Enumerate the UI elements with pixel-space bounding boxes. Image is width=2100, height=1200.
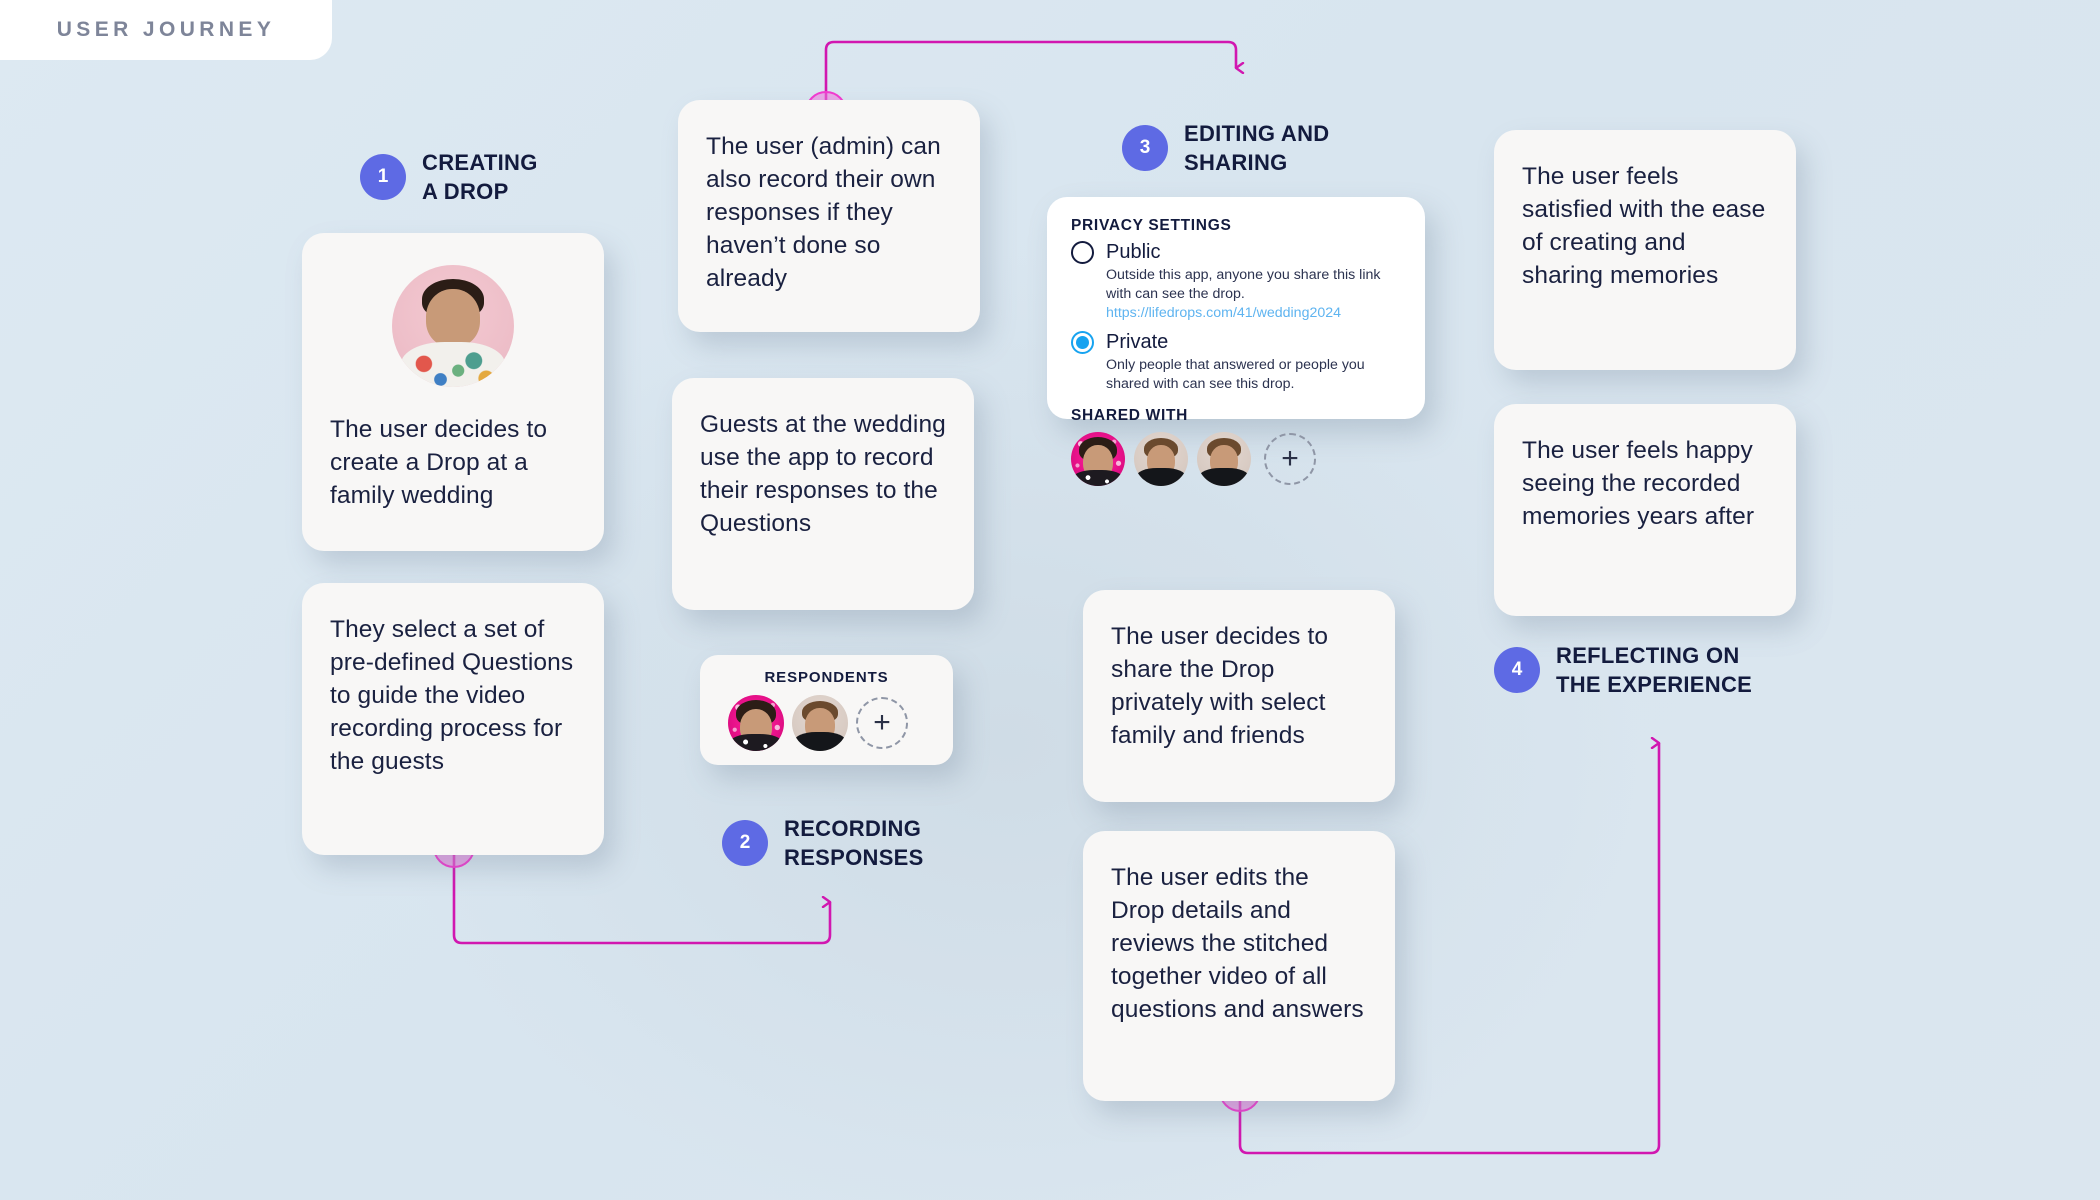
radio-private-icon[interactable] [1071, 331, 1094, 354]
card-admin-record: The user (admin) can also record their o… [678, 100, 980, 332]
privacy-option-public[interactable]: Public [1071, 241, 1401, 264]
shared-with-avatar-row: + [1071, 432, 1401, 486]
step-number-2: 2 [722, 820, 768, 866]
card-predefined-questions-text: They select a set of pre-defined Questio… [330, 616, 574, 775]
shared-avatar-2[interactable] [1134, 432, 1188, 486]
shared-avatar-1[interactable] [1071, 432, 1125, 486]
respondent-avatar-1[interactable] [728, 695, 784, 751]
privacy-settings-heading: PRIVACY SETTINGS [1071, 217, 1232, 234]
card-create-drop: The user decides to create a Drop at a f… [302, 233, 604, 551]
shared-avatar-3[interactable] [1197, 432, 1251, 486]
respondent-avatar-2[interactable] [792, 695, 848, 751]
step-number-4: 4 [1494, 647, 1540, 693]
privacy-option-public-description: Outside this app, anyone you share this … [1106, 267, 1381, 302]
step-number-1: 1 [360, 154, 406, 200]
shared-with-heading: SHARED WITH [1071, 407, 1189, 424]
card-guests-record-text: Guests at the wedding use the app to rec… [700, 411, 946, 537]
privacy-settings-card: PRIVACY SETTINGS Public Outside this app… [1047, 197, 1425, 486]
card-share-privately-text: The user decides to share the Drop priva… [1111, 623, 1329, 749]
card-guests-record: Guests at the wedding use the app to rec… [672, 378, 974, 610]
card-create-drop-text: The user decides to create a Drop at a f… [330, 416, 548, 509]
card-admin-record-text: The user (admin) can also record their o… [706, 133, 941, 292]
step-number-3: 3 [1122, 125, 1168, 171]
user-journey-canvas: USER JOURNEY 1 CREATING A DROP 2 RECORDI… [0, 0, 2100, 1200]
privacy-share-link[interactable]: https://lifedrops.com/41/wedding2024 [1106, 304, 1401, 323]
plus-icon: + [873, 706, 891, 739]
add-respondent-button[interactable]: + [856, 697, 908, 749]
respondents-widget: RESPONDENTS + [700, 655, 953, 765]
step-label-3: EDITING AND SHARING [1184, 121, 1330, 175]
header-tab[interactable]: USER JOURNEY [0, 0, 332, 60]
user-avatar [392, 265, 514, 387]
privacy-option-private-description: Only people that answered or people you … [1106, 357, 1365, 392]
step-badge-3: 3 EDITING AND SHARING [1122, 119, 1329, 177]
step-label-1: CREATING A DROP [422, 150, 538, 204]
step-label-4: REFLECTING ON THE EXPERIENCE [1556, 643, 1753, 697]
privacy-option-private-label: Private [1106, 331, 1169, 353]
privacy-option-public-label: Public [1106, 241, 1161, 263]
card-feels-happy-text: The user feels happy seeing the recorded… [1522, 437, 1755, 530]
respondents-heading: RESPONDENTS [764, 669, 889, 686]
card-edit-review: The user edits the Drop details and revi… [1083, 831, 1395, 1101]
card-share-privately: The user decides to share the Drop priva… [1083, 590, 1395, 802]
step-badge-2: 2 RECORDING RESPONSES [722, 814, 924, 872]
step-badge-4: 4 REFLECTING ON THE EXPERIENCE [1494, 641, 1752, 699]
step-label-2: RECORDING RESPONSES [784, 816, 924, 870]
step-badge-1: 1 CREATING A DROP [360, 148, 538, 206]
page-title: USER JOURNEY [56, 18, 276, 41]
privacy-option-private[interactable]: Private [1071, 331, 1401, 354]
card-feels-happy: The user feels happy seeing the recorded… [1494, 404, 1796, 616]
card-feels-satisfied: The user feels satisfied with the ease o… [1494, 130, 1796, 370]
respondents-avatar-row: + [700, 695, 953, 751]
avatar-wrap [330, 265, 576, 387]
card-feels-satisfied-text: The user feels satisfied with the ease o… [1522, 163, 1766, 289]
plus-icon: + [1281, 442, 1299, 475]
radio-public-icon[interactable] [1071, 241, 1094, 264]
card-predefined-questions: They select a set of pre-defined Questio… [302, 583, 604, 855]
add-shared-person-button[interactable]: + [1264, 433, 1316, 485]
card-edit-review-text: The user edits the Drop details and revi… [1111, 864, 1364, 1023]
